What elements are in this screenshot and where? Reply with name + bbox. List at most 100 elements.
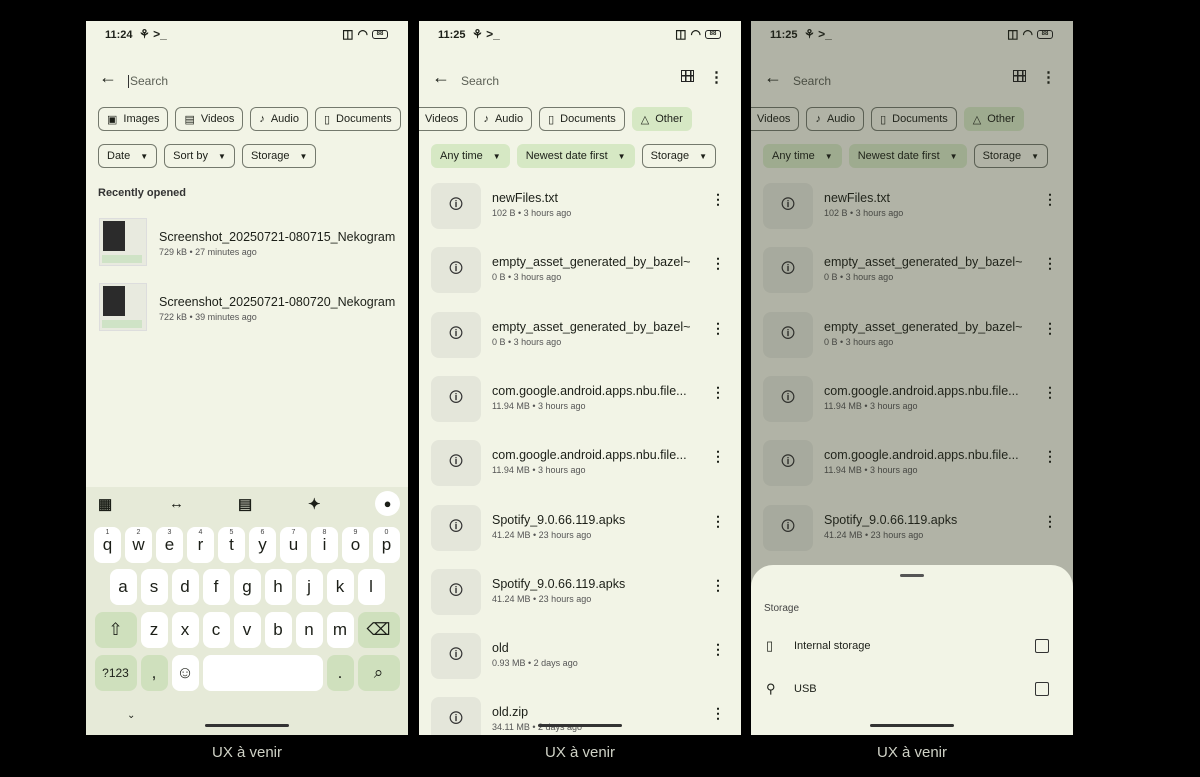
notification-icons: ⚘ >_	[472, 27, 500, 41]
dropdown-icon: ▼	[699, 151, 708, 161]
more-vert-icon[interactable]: ⋮	[711, 448, 725, 465]
filter-storage[interactable]: Storage ▼	[641, 144, 717, 168]
letter-key[interactable]: a	[109, 569, 137, 605]
more-vert-icon[interactable]: ⋮	[711, 513, 725, 530]
chip-other[interactable]: △ Other	[631, 107, 692, 131]
file-row[interactable]: 🛈 com.google.android.apps.nbu.file... 11.9…	[431, 440, 741, 490]
period-key[interactable]: .	[326, 655, 354, 691]
filter-storage[interactable]: Storage ▼	[241, 144, 317, 168]
file-row[interactable]: 🛈 com.google.android.apps.nbu.file... 11.9…	[431, 375, 741, 426]
backspace-key[interactable]: ⌫	[357, 612, 400, 648]
filter-sort[interactable]: Newest date first ▼	[516, 144, 635, 168]
letter-key[interactable]: i8	[311, 527, 338, 563]
file-info-icon: 🛈	[431, 440, 481, 487]
filter-date[interactable]: Date ▼	[98, 144, 158, 168]
file-name: Spotify_9.0.66.119.apks	[492, 576, 626, 591]
option-internal-storage[interactable]: ▯ Internal storage	[751, 632, 1073, 662]
recently-opened-heading: Recently opened	[98, 187, 187, 199]
phone-screen-storage-sheet: 11:25 ⚘ >_ ◫ ◠ 88 ← Search ⋮ Videos ♪ Audio…	[751, 21, 1073, 735]
hide-keyboard-icon[interactable]: ⌄	[127, 710, 135, 721]
shift-key[interactable]: ⇧	[94, 612, 137, 648]
file-row[interactable]: 🛈 Spotify_9.0.66.119.apks 41.24 MB • 23 ho…	[431, 568, 741, 619]
letter-key[interactable]: e3	[156, 527, 183, 563]
letter-key[interactable]: r4	[187, 527, 214, 563]
checkbox[interactable]	[1035, 682, 1049, 696]
wifi-icon: ◠	[357, 27, 368, 41]
symbols-key[interactable]: ?123	[94, 655, 137, 691]
letter-key[interactable]: m	[326, 612, 354, 648]
chip-images[interactable]: ▣ Images	[98, 107, 169, 131]
space-key[interactable]	[202, 655, 323, 691]
more-vert-icon[interactable]: ⋮	[711, 641, 725, 658]
more-vert-icon[interactable]: ⋮	[711, 705, 725, 722]
chip-audio[interactable]: ♪ Audio	[250, 107, 308, 131]
filter-sort[interactable]: Sort by ▼	[164, 144, 235, 168]
back-arrow-icon[interactable]: ←	[432, 67, 450, 88]
more-vert-icon[interactable]: ⋮	[711, 577, 725, 594]
letter-key[interactable]: t5	[218, 527, 245, 563]
letter-key[interactable]: u7	[280, 527, 307, 563]
letter-key[interactable]: c	[202, 612, 230, 648]
letter-key[interactable]: s	[140, 569, 168, 605]
letter-key[interactable]: h	[264, 569, 292, 605]
letter-key[interactable]: q1	[94, 527, 121, 563]
file-row[interactable]: 🛈 Spotify_9.0.66.119.apks 41.24 MB • 23 ho…	[431, 504, 741, 555]
caption: UX à venir	[211, 744, 283, 761]
comma-key[interactable]: ,	[140, 655, 168, 691]
search-key[interactable]: ⌕	[357, 655, 400, 691]
chip-documents[interactable]: ▯ Documents	[314, 107, 401, 131]
chip-audio[interactable]: ♪ Audio	[474, 107, 533, 131]
file-row[interactable]: 🛈 newFiles.txt 102 B • 3 hours ago ⋮	[431, 183, 741, 233]
letter-key[interactable]: y6	[249, 527, 276, 563]
letter-key[interactable]: n	[295, 612, 323, 648]
chip-documents[interactable]: ▯ Documents	[539, 107, 625, 131]
letter-key[interactable]: p0	[373, 527, 400, 563]
recent-meta: 729 kB • 27 minutes ago	[159, 247, 257, 257]
option-usb[interactable]: ⚲ USB	[751, 675, 1073, 705]
letter-key[interactable]: v	[233, 612, 261, 648]
more-vert-icon[interactable]: ⋮	[711, 320, 725, 337]
filter-time[interactable]: Any time ▼	[431, 144, 510, 168]
emoji-key[interactable]: ☺	[171, 655, 199, 691]
file-row[interactable]: 🛈 old 0.93 MB • 2 days ago ⋮	[431, 633, 741, 683]
letter-key[interactable]: l	[357, 569, 385, 605]
letter-key[interactable]: z	[140, 612, 168, 648]
checkbox[interactable]	[1035, 639, 1049, 653]
search-input[interactable]: Search	[461, 74, 499, 88]
clipboard-icon[interactable]: ▤	[238, 495, 252, 513]
drag-handle[interactable]	[900, 574, 924, 577]
text-cursor-tool-icon[interactable]: ↔	[169, 495, 184, 512]
more-vert-icon[interactable]: ⋮	[711, 255, 725, 272]
file-row[interactable]: 🛈 empty_asset_generated_by_bazel~ 0 B • 3 …	[431, 247, 741, 297]
gesture-bar	[870, 724, 954, 727]
more-vert-icon[interactable]: ⋮	[711, 191, 725, 208]
letter-key[interactable]: b	[264, 612, 292, 648]
chip-label: Audio	[494, 113, 524, 125]
letter-key[interactable]: d	[171, 569, 199, 605]
recent-item[interactable]: Screenshot_20250721-080720_Nekogram 722 …	[99, 283, 400, 331]
chip-videos[interactable]: Videos	[419, 107, 468, 131]
back-arrow-icon[interactable]: ←	[99, 67, 117, 88]
letter-key[interactable]: j	[295, 569, 323, 605]
recent-item[interactable]: Screenshot_20250721-080715_Nekogram 729 …	[99, 218, 400, 266]
magic-wand-icon[interactable]: ✦	[308, 495, 321, 513]
letter-key[interactable]: o9	[342, 527, 369, 563]
mic-icon[interactable]: ●	[375, 491, 400, 516]
key-label: y	[258, 535, 267, 554]
file-meta: 41.24 MB • 23 hours ago	[492, 593, 592, 604]
more-vert-icon[interactable]: ⋮	[709, 68, 724, 86]
letter-key[interactable]: g	[233, 569, 261, 605]
letter-key[interactable]: w2	[125, 527, 152, 563]
apps-grid-icon[interactable]: ▦	[98, 495, 112, 513]
letter-key[interactable]: k	[326, 569, 354, 605]
more-vert-icon[interactable]: ⋮	[711, 384, 725, 401]
file-row[interactable]: 🛈 old.zip 34.11 MB • 2 days ago ⋮	[431, 697, 741, 735]
file-meta: 102 B • 3 hours ago	[492, 208, 572, 218]
search-input[interactable]: Search	[128, 74, 168, 89]
letter-key[interactable]: x	[171, 612, 199, 648]
file-row[interactable]: 🛈 empty_asset_generated_by_bazel~ 0 B • 3 …	[431, 311, 741, 362]
letter-key[interactable]: f	[202, 569, 230, 605]
chip-videos[interactable]: ▤ Videos	[175, 107, 244, 131]
keyboard: ▦ ↔ ▤ ✦ ● q1w2e3r4t5y6u7i8o9p0 asdfghjkl…	[86, 487, 408, 735]
grid-view-icon[interactable]	[681, 70, 694, 82]
